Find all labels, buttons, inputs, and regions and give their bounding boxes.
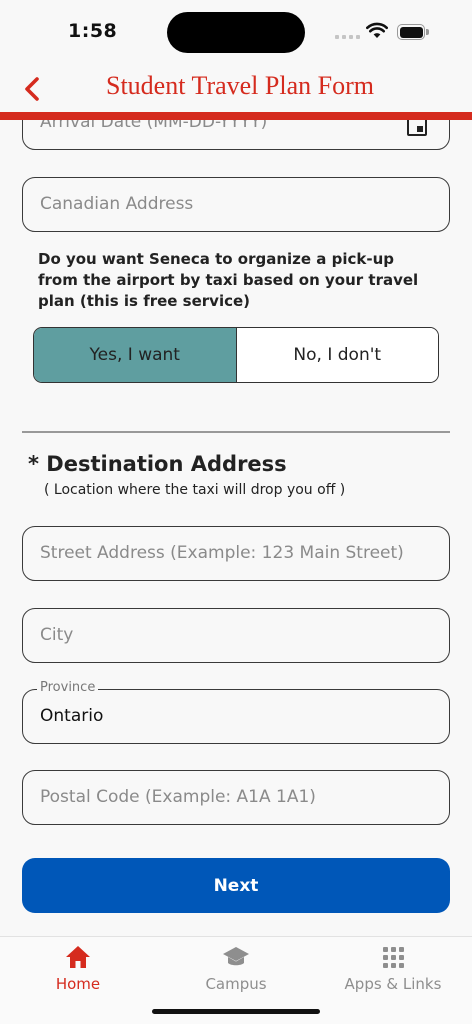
form-content[interactable]: Arrival Date (MM-DD-YYYY) Canadian Addre… xyxy=(0,120,472,936)
status-time: 1:58 xyxy=(68,20,118,42)
tab-campus-label: Campus xyxy=(205,975,267,993)
page-title: Student Travel Plan Form xyxy=(106,71,374,100)
header-divider xyxy=(0,112,472,120)
status-bar: 1:58 xyxy=(0,0,472,62)
tab-home[interactable]: Home xyxy=(18,943,138,993)
postal-code-field[interactable]: Postal Code (Example: A1A 1A1) xyxy=(22,770,450,825)
dynamic-island xyxy=(167,12,305,53)
tab-apps-links[interactable]: Apps & Links xyxy=(333,943,453,993)
destination-subtitle: ( Location where the taxi will drop you … xyxy=(44,482,346,498)
wifi-icon xyxy=(366,22,388,38)
pickup-question: Do you want Seneca to organize a pick-up… xyxy=(38,250,419,310)
home-icon xyxy=(66,946,90,968)
street-address-placeholder: Street Address (Example: 123 Main Street… xyxy=(40,543,404,563)
arrival-date-placeholder: Arrival Date (MM-DD-YYYY) xyxy=(40,120,268,132)
nav-header: Student Travel Plan Form xyxy=(0,62,472,112)
pickup-yes-option[interactable]: Yes, I want xyxy=(34,328,236,382)
city-placeholder: City xyxy=(40,625,74,645)
street-address-field[interactable]: Street Address (Example: 123 Main Street… xyxy=(22,526,450,581)
province-label: Province xyxy=(37,680,99,695)
section-divider xyxy=(22,431,450,433)
postal-code-placeholder: Postal Code (Example: A1A 1A1) xyxy=(40,787,316,807)
tab-home-label: Home xyxy=(55,975,101,993)
province-field[interactable]: Province Ontario xyxy=(22,680,450,744)
grid-icon xyxy=(382,946,404,968)
tab-apps-links-label: Apps & Links xyxy=(344,975,442,993)
pickup-toggle: Yes, I want No, I don't xyxy=(33,327,439,383)
destination-title: * Destination Address xyxy=(28,452,287,476)
arrival-date-field[interactable]: Arrival Date (MM-DD-YYYY) xyxy=(22,120,450,150)
canadian-address-field[interactable]: Canadian Address xyxy=(22,177,450,232)
pickup-no-option[interactable]: No, I don't xyxy=(235,328,438,382)
calendar-icon[interactable] xyxy=(407,120,427,136)
home-indicator xyxy=(152,1009,320,1014)
cellular-signal-icon xyxy=(335,35,360,39)
province-value: Ontario xyxy=(40,706,104,726)
city-field[interactable]: City xyxy=(22,608,450,663)
graduation-cap-icon xyxy=(223,947,249,966)
tab-campus[interactable]: Campus xyxy=(176,943,296,993)
canadian-address-placeholder: Canadian Address xyxy=(40,194,194,214)
next-button[interactable]: Next xyxy=(22,858,450,913)
battery-icon xyxy=(397,24,429,40)
